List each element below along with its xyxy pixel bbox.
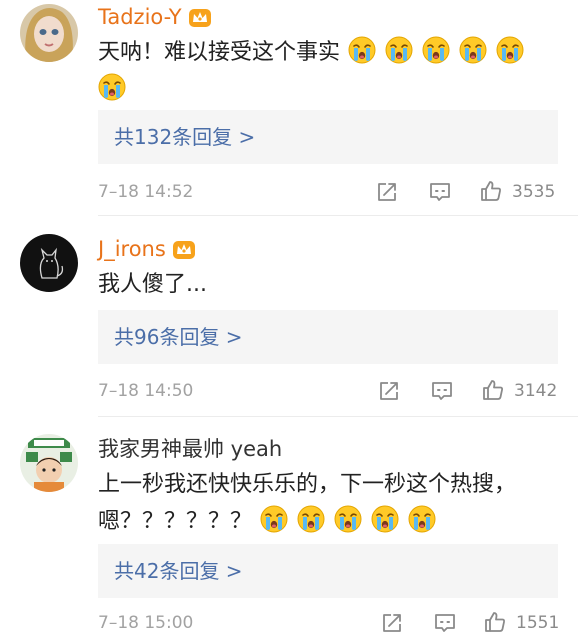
username[interactable]: 我家男神最帅 yeah	[98, 436, 282, 462]
timestamp: 7–18 15:00	[98, 613, 194, 633]
reply-count-label[interactable]: 共42条回复 >	[114, 559, 243, 583]
crying-emoji-icon	[334, 505, 362, 533]
comment-item: 我家男神最帅 yeah 上一秒我还快快乐乐的，下一秒这个热搜， 嗯？？？？？？ …	[0, 0, 578, 636]
avatar-child-image	[20, 434, 78, 492]
comment-text-line1: 上一秒我还快快乐乐的，下一秒这个热搜，	[98, 472, 517, 497]
crying-emoji-icon	[260, 505, 288, 533]
like-icon[interactable]	[483, 610, 507, 634]
crying-emoji-icon	[297, 505, 325, 533]
share-icon[interactable]	[380, 611, 404, 635]
crying-emoji-icon	[371, 505, 399, 533]
avatar[interactable]	[20, 434, 78, 492]
crying-emoji-icon	[408, 505, 436, 533]
comment-icon[interactable]	[433, 611, 457, 635]
reply-count-button[interactable]: 共42条回复 >	[98, 544, 558, 598]
like-count: 1551	[516, 613, 560, 633]
username-text[interactable]: 我家男神最帅 yeah	[98, 436, 282, 462]
comment-text-line2: 嗯？？？？？？	[98, 509, 253, 534]
comment-text: 上一秒我还快快乐乐的，下一秒这个热搜， 嗯？？？？？？	[98, 466, 558, 540]
